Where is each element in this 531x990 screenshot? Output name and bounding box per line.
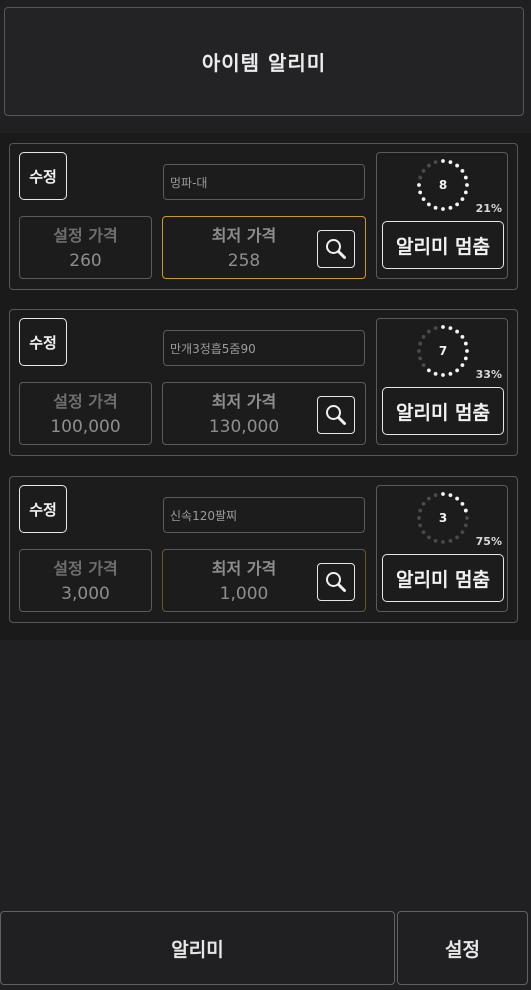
item-name-field[interactable]: 멍파-대 (163, 164, 365, 200)
alarm-card: 수정 만개3정흡5줌90 설정 가격 100,000 최저 가격 130,000… (9, 309, 518, 456)
timer-panel: 8 21% 알리미 멈춤 (376, 152, 508, 279)
countdown-number: 3 (438, 511, 448, 525)
lowest-price-label: 최저 가격 (211, 392, 277, 411)
search-icon (326, 405, 346, 425)
search-icon (326, 572, 346, 592)
timer-panel: 3 75% 알리미 멈춤 (376, 485, 508, 612)
progress-percent: 75% (475, 535, 502, 548)
set-price-box: 설정 가격 260 (19, 216, 152, 279)
lowest-price-value: 130,000 (208, 417, 280, 437)
set-price-box: 설정 가격 3,000 (19, 549, 152, 612)
progress-percent: 33% (475, 368, 502, 381)
alarm-card: 수정 멍파-대 설정 가격 260 최저 가격 258 8 21% 알리미 멈춤 (9, 143, 518, 290)
countdown-number: 7 (438, 344, 448, 358)
tab-settings[interactable]: 설정 (397, 911, 528, 985)
tab-alarm[interactable]: 알리미 (0, 911, 395, 985)
timer-panel: 7 33% 알리미 멈춤 (376, 318, 508, 445)
lowest-price-box: 최저 가격 1,000 (162, 549, 366, 612)
set-price-value: 260 (69, 251, 102, 271)
set-price-value: 100,000 (50, 417, 121, 437)
page-title: 아이템 알리미 (201, 51, 327, 75)
search-button[interactable] (317, 396, 355, 434)
item-name-field[interactable]: 신속120팔찌 (163, 497, 365, 533)
search-button[interactable] (317, 563, 355, 601)
lowest-price-value: 258 (227, 251, 261, 271)
lowest-price-value: 1,000 (219, 584, 269, 604)
stop-alarm-button[interactable]: 알리미 멈춤 (382, 554, 504, 602)
set-price-label: 설정 가격 (53, 392, 118, 411)
app-header: 아이템 알리미 (4, 7, 524, 116)
set-price-label: 설정 가격 (53, 559, 118, 578)
item-name-field[interactable]: 만개3정흡5줌90 (163, 330, 365, 366)
bottom-nav: 알리미 설정 (0, 911, 531, 990)
edit-button[interactable]: 수정 (19, 152, 67, 200)
lowest-price-label: 최저 가격 (211, 559, 277, 578)
lowest-price-box: 최저 가격 258 (162, 216, 366, 279)
edit-button[interactable]: 수정 (19, 318, 67, 366)
set-price-box: 설정 가격 100,000 (19, 382, 152, 445)
search-icon (326, 239, 346, 259)
set-price-label: 설정 가격 (53, 226, 118, 245)
set-price-value: 3,000 (61, 584, 110, 604)
search-button[interactable] (317, 230, 355, 268)
lowest-price-label: 최저 가격 (211, 226, 277, 245)
stop-alarm-button[interactable]: 알리미 멈춤 (382, 387, 504, 435)
app-root: 아이템 알리미 수정 멍파-대 설정 가격 260 최저 가격 258 8 21… (0, 0, 531, 990)
alarm-card: 수정 신속120팔찌 설정 가격 3,000 최저 가격 1,000 3 75%… (9, 476, 518, 623)
edit-button[interactable]: 수정 (19, 485, 67, 533)
countdown-number: 8 (438, 178, 448, 192)
stop-alarm-button[interactable]: 알리미 멈춤 (382, 221, 504, 269)
progress-percent: 21% (475, 202, 502, 215)
lowest-price-box: 최저 가격 130,000 (162, 382, 366, 445)
alarm-list: 수정 멍파-대 설정 가격 260 최저 가격 258 8 21% 알리미 멈춤… (0, 133, 531, 640)
